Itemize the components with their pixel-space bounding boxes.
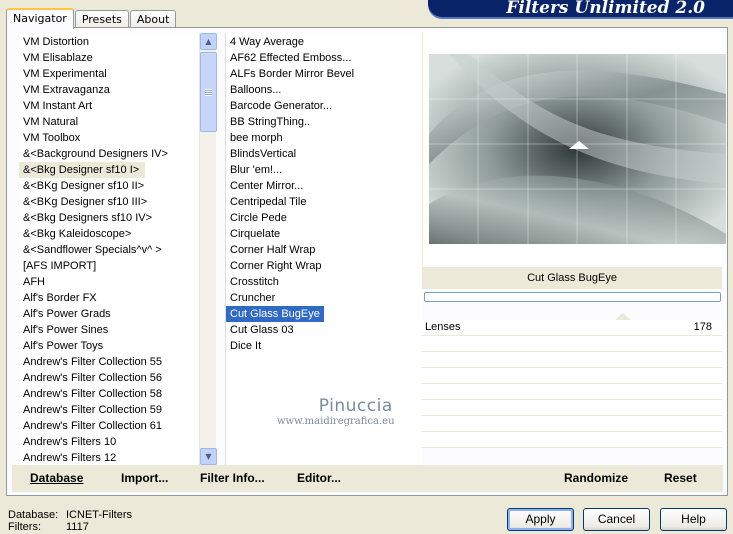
parameter-grid: Lenses 178 [422,313,722,448]
category-item[interactable]: &<BKg Designer sf10 II> [19,178,199,194]
randomize-button[interactable]: Randomize [564,465,628,492]
category-item[interactable]: &<Background Designers IV> [19,146,199,162]
category-item[interactable]: &<Bkg Designer sf10 I> [19,162,146,178]
filter-info-button[interactable]: Filter Info... [200,465,265,492]
navigator-panel: VM Distortion VM Elisablaze VM Experimenta… [6,27,728,496]
category-item[interactable]: VM Elisablaze [19,50,199,66]
filter-item[interactable]: BB StringThing.. [226,114,422,130]
preview-area [422,32,726,266]
param-label: Lenses [425,321,461,333]
category-item[interactable]: Andrew's Filter Collection 56 [19,370,199,386]
category-item[interactable]: &<Sandflower Specials^v^ > [19,242,199,258]
apply-button[interactable]: Apply [507,508,574,531]
reset-button[interactable]: Reset [664,465,697,492]
watermark-url: www.maidiregrafica.eu [277,416,395,427]
filters-count-label: Filters: [8,521,41,533]
filter-item[interactable]: Cruncher [226,290,422,306]
filter-item[interactable]: Cut Glass BugEye [226,306,324,322]
filter-item[interactable]: AF62 Effected Emboss... [226,50,422,66]
param-row[interactable] [422,416,722,432]
editor-button[interactable]: Editor... [297,465,341,492]
category-item[interactable]: Andrew's Filter Collection 59 [19,402,199,418]
help-button[interactable]: Help [660,508,727,531]
category-item[interactable]: AFH [19,274,199,290]
tab-presets[interactable]: Presets [74,10,129,28]
category-item[interactable]: Andrew's Filter Collection 55 [19,354,199,370]
panel-action-bar: Database Import... Filter Info... Editor… [12,465,723,492]
scroll-up-button[interactable]: ▲ [200,33,217,50]
category-item[interactable]: Andrew's Filters 12 [19,450,199,465]
filter-item[interactable]: Cut Glass 03 [226,322,422,338]
param-row[interactable] [422,352,722,368]
filter-item[interactable]: Crosstitch [226,274,422,290]
tab-about[interactable]: About [129,10,177,28]
category-item[interactable]: VM Experimental [19,66,199,82]
progress-bar [424,292,721,302]
category-item[interactable]: Andrew's Filter Collection 61 [19,418,199,434]
filter-item[interactable]: Barcode Generator... [226,98,422,114]
cancel-button[interactable]: Cancel [583,508,650,531]
param-row[interactable]: Lenses 178 [422,313,722,336]
category-item[interactable]: Alf's Border FX [19,290,199,306]
filter-item[interactable]: 4 Way Average [226,34,422,50]
category-item[interactable]: [AFS IMPORT] [19,258,199,274]
scroll-thumb[interactable] [200,52,217,132]
filter-item[interactable]: BlindsVertical [226,146,422,162]
watermark-name: Pinuccia [318,396,393,416]
watermark: Pinuccia www.maidiregrafica.eu [277,396,395,427]
filter-item[interactable]: Blur 'em!... [226,162,422,178]
database-value: ICNET-Filters [66,509,132,521]
database-button[interactable]: Database [30,465,83,492]
category-item[interactable]: &<Bkg Designers sf10 IV> [19,210,199,226]
param-row[interactable] [422,336,722,352]
category-item[interactable]: &<Bkg Kaleidoscope> [19,226,199,242]
tab-strip: Navigator Presets About [6,6,177,29]
filter-item[interactable]: Center Mirror... [226,178,422,194]
category-item[interactable]: VM Extravaganza [19,82,199,98]
grip-icon [205,89,212,96]
app-title-banner: Filters Unlimited 2.0 [428,0,733,17]
category-item[interactable]: VM Natural [19,114,199,130]
param-value: 178 [693,321,712,333]
category-item[interactable]: VM Toolbox [19,130,199,146]
filters-count-value: 1117 [66,521,89,533]
category-item[interactable]: Andrew's Filter Collection 58 [19,386,199,402]
category-item[interactable]: Alf's Power Sines [19,322,199,338]
category-list[interactable]: VM Distortion VM Elisablaze VM Experimenta… [19,33,199,465]
preview-image [429,54,726,244]
category-item[interactable]: &<BKg Designer sf10 III> [19,194,199,210]
category-item[interactable]: Andrew's Filters 10 [19,434,199,450]
status-info: Database: ICNET-Filters Filters: 1117 [8,509,132,533]
filter-item[interactable]: Balloons... [226,82,422,98]
tab-navigator[interactable]: Navigator [6,8,74,29]
scroll-down-button[interactable]: ▼ [200,448,217,465]
filter-item[interactable]: Cirquelate [226,226,422,242]
import-button[interactable]: Import... [121,465,168,492]
category-item[interactable]: VM Distortion [19,34,199,50]
category-item[interactable]: Alf's Power Toys [19,338,199,354]
database-label: Database: [8,509,59,521]
filter-item[interactable]: Corner Half Wrap [226,242,422,258]
category-item[interactable]: VM Instant Art [19,98,199,114]
slider-marker-icon [615,313,631,320]
param-row[interactable] [422,384,722,400]
filter-item[interactable]: bee morph [226,130,422,146]
param-row[interactable] [422,400,722,416]
filter-item[interactable]: Circle Pede [226,210,422,226]
category-scrollbar[interactable]: ▲ ▼ [199,33,217,465]
filter-item[interactable]: ALFs Border Mirror Bevel [226,66,422,82]
current-filter-name: Cut Glass BugEye [422,267,722,289]
filter-item[interactable]: Centripedal Tile [226,194,422,210]
category-item[interactable]: Alf's Power Grads [19,306,199,322]
param-row[interactable] [422,368,722,384]
param-row[interactable] [422,432,722,448]
filter-item[interactable]: Dice It [226,338,422,354]
filter-item[interactable]: Corner Right Wrap [226,258,422,274]
